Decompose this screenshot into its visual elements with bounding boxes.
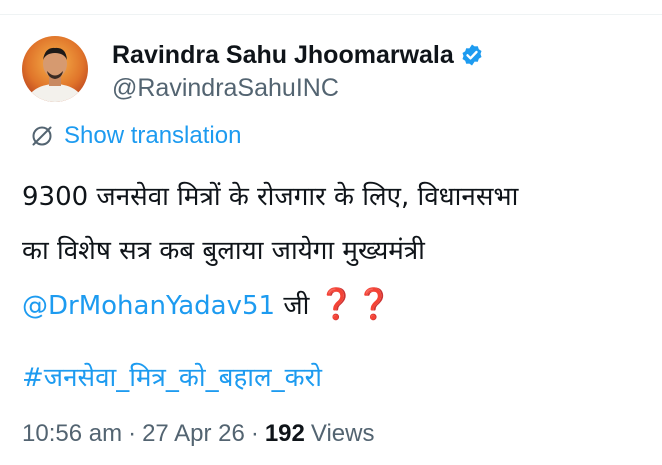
avatar[interactable] <box>22 36 88 102</box>
top-divider <box>0 14 662 15</box>
tweet-text: 9300 जनसेवा मित्रों के रोजगार के लिए, वि… <box>22 170 652 332</box>
views-label[interactable]: Views <box>311 420 375 448</box>
tweet-time[interactable]: 10:56 am <box>22 420 122 448</box>
globe-slash-icon <box>30 124 54 148</box>
tweet-line-1: 9300 जनसेवा मित्रों के रोजगार के लिए, वि… <box>22 182 519 212</box>
show-translation-button[interactable]: Show translation <box>30 122 241 150</box>
author-handle[interactable]: @RavindraSahuINC <box>112 74 484 103</box>
meta-separator: · <box>128 420 137 447</box>
hashtag-link[interactable]: #जनसेवा_मित्र_को_बहाल_करो <box>22 363 322 393</box>
tweet-line-3: @DrMohanYadav51 जी ❓❓ <box>22 278 652 332</box>
name-row: Ravindra Sahu Jhoomarwala <box>112 38 484 72</box>
tweet-date[interactable]: 27 Apr 26 <box>142 420 245 448</box>
tweet-meta: 10:56 am · 27 Apr 26 · 192 Views <box>22 420 374 448</box>
hashtag-row: #जनसेवा_मित्र_को_बहाल_करो <box>22 358 322 394</box>
display-name[interactable]: Ravindra Sahu Jhoomarwala <box>112 41 454 70</box>
author-names: Ravindra Sahu Jhoomarwala @RavindraSahuI… <box>112 38 484 103</box>
show-translation-label[interactable]: Show translation <box>64 122 241 150</box>
verified-badge-icon <box>460 43 484 67</box>
tweet-line-2: का विशेष सत्र कब बुलाया जायेगा मुख्यमंत्… <box>22 236 425 266</box>
mention-link[interactable]: @DrMohanYadav51 <box>22 291 275 321</box>
question-mark-emoji: ❓❓ <box>317 287 393 322</box>
tweet-header: Ravindra Sahu Jhoomarwala @RavindraSahuI… <box>22 36 484 103</box>
meta-separator: · <box>250 420 259 447</box>
views-count[interactable]: 192 <box>265 420 305 448</box>
tweet-line-3-suffix: जी <box>275 291 318 321</box>
